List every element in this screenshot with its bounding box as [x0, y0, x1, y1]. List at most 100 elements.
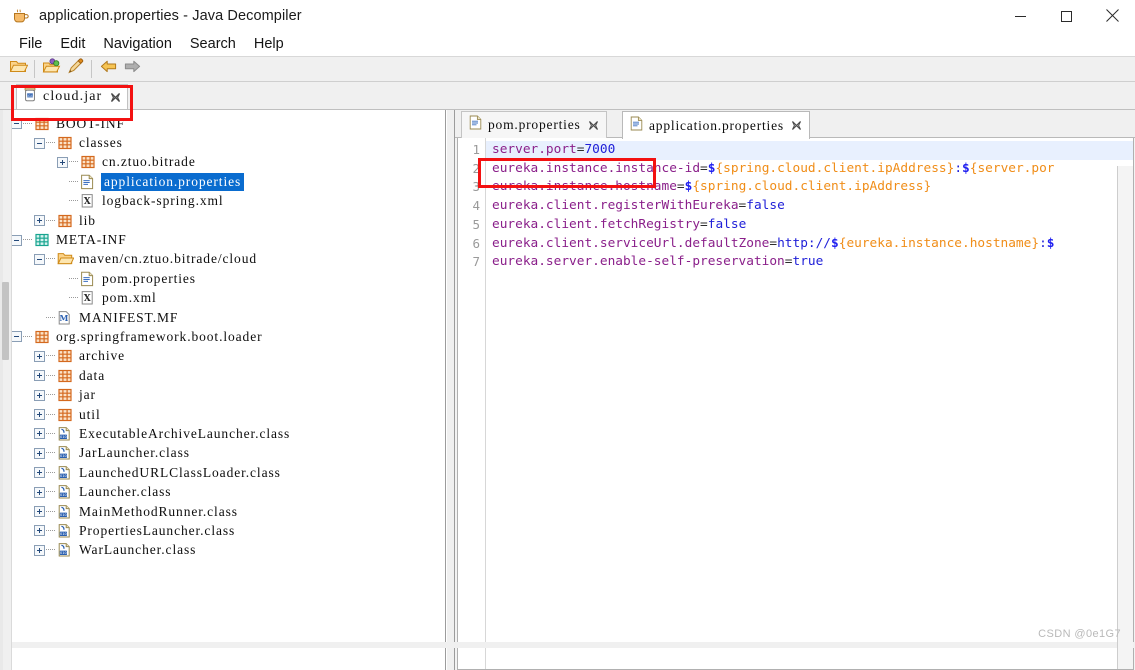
editor-tab-application-properties[interactable]: application.properties: [622, 111, 810, 139]
code-line-2[interactable]: eureka.instance.instance-id=${spring.clo…: [492, 160, 1133, 179]
tree-item-application-properties[interactable]: application.properties: [11, 172, 445, 191]
tree-item-boot-inf[interactable]: BOOT-INF: [11, 114, 445, 133]
code-content[interactable]: server.port=7000 eureka.instance.instance…: [486, 138, 1133, 669]
menu-item-file[interactable]: File: [10, 34, 51, 54]
tree-item-jar[interactable]: jar: [11, 385, 445, 404]
collapse-icon[interactable]: [11, 118, 22, 130]
maximize-button[interactable]: [1043, 0, 1089, 32]
class-icon: 010: [57, 445, 73, 461]
tree-item-manifest-mf[interactable]: M MANIFEST.MF: [11, 308, 445, 327]
tree-item-data[interactable]: data: [11, 366, 445, 385]
jar-tree: BOOT-INF classes cn.ztuo.bitrade applicatio…: [11, 110, 445, 670]
title-bar: application.properties - Java Decompiler: [0, 0, 1135, 32]
open-recent-folder-icon: [42, 58, 61, 80]
tree-item-classes[interactable]: classes: [11, 133, 445, 152]
tree-item-archive[interactable]: archive: [11, 347, 445, 366]
tree-connector: [46, 529, 55, 532]
open-recent-folder-button[interactable]: [39, 58, 63, 80]
tree-item-mainmethodrunner-class[interactable]: 010 MainMethodRunner.class: [11, 502, 445, 521]
tree-item-executablearchivelauncher-class[interactable]: 010 ExecutableArchiveLauncher.class: [11, 424, 445, 443]
tree-item-pom-xml[interactable]: Xpom.xml: [11, 289, 445, 308]
tree-scroll-thumb[interactable]: [2, 282, 9, 360]
code-editor[interactable]: 1234567 server.port=7000 eureka.instance.…: [457, 138, 1134, 670]
editor-scroll-thumb[interactable]: [1120, 168, 1131, 468]
tree-connector: [46, 355, 55, 357]
minimize-button[interactable]: [997, 0, 1043, 32]
code-line-1[interactable]: server.port=7000: [486, 141, 1133, 160]
tree-item-lib[interactable]: lib: [11, 211, 445, 230]
expand-icon[interactable]: [34, 447, 45, 459]
editor-tab-close-icon-pom[interactable]: [588, 120, 599, 131]
properties-icon: [80, 271, 96, 287]
expand-icon[interactable]: [34, 215, 45, 227]
tree-connector: [69, 277, 78, 280]
editor-tab-close-icon-application[interactable]: [791, 120, 802, 131]
editor-tab-pom-properties[interactable]: pom.properties: [461, 111, 607, 138]
code-line-7[interactable]: eureka.server.enable-self-preservation=t…: [492, 253, 1133, 272]
tree-item-jarlauncher-class[interactable]: 010 JarLauncher.class: [11, 444, 445, 463]
collapse-icon[interactable]: [11, 234, 22, 246]
tree-item-launchedurlclassloader-class[interactable]: 010 LaunchedURLClassLoader.class: [11, 463, 445, 482]
expand-icon[interactable]: [34, 506, 45, 517]
tree-vertical-scrollbar[interactable]: [0, 110, 12, 670]
tree-item-propertieslauncher-class[interactable]: 010 PropertiesLauncher.class: [11, 521, 445, 540]
tree-item-label: ExecutableArchiveLauncher.class: [79, 425, 291, 441]
minimize-icon: [1014, 15, 1026, 17]
collapse-icon[interactable]: [34, 137, 45, 149]
tree-connector: [46, 413, 55, 416]
tree-item-logback-spring-xml[interactable]: Xlogback-spring.xml: [11, 192, 445, 211]
package-icon: [57, 407, 73, 423]
tree-item-org-springframework-boot-loader[interactable]: org.springframework.boot.loader: [11, 327, 445, 346]
jar-tab-close-icon[interactable]: [110, 92, 121, 103]
tree-item-cn-ztuo-bitrade[interactable]: cn.ztuo.bitrade: [11, 153, 445, 172]
open-folder-button[interactable]: [6, 58, 30, 80]
menu-item-search[interactable]: Search: [181, 34, 245, 54]
tree-connector: [46, 258, 55, 260]
class-icon: 010: [57, 484, 73, 500]
tree-connector: [46, 491, 55, 493]
tree-connector: [46, 394, 55, 396]
tree-item-launcher-class[interactable]: 010 Launcher.class: [11, 482, 445, 501]
menu-item-navigation[interactable]: Navigation: [94, 34, 181, 54]
code-line-4[interactable]: eureka.client.registerWithEureka=false: [492, 197, 1133, 216]
split-sash[interactable]: [446, 110, 455, 670]
tree-item-pom-properties[interactable]: pom.properties: [11, 269, 445, 288]
tree-connector: [69, 161, 78, 163]
tree-item-warlauncher-class[interactable]: 010 WarLauncher.class: [11, 541, 445, 560]
back-button[interactable]: [96, 58, 120, 80]
code-line-3[interactable]: eureka.instance.hostname=${spring.cloud.…: [492, 178, 1133, 197]
collapse-icon[interactable]: [34, 253, 45, 265]
menu-item-edit[interactable]: Edit: [51, 34, 94, 54]
properties-icon: [630, 116, 643, 136]
expand-icon[interactable]: [34, 428, 45, 440]
class-icon: 010: [57, 542, 73, 558]
expand-icon[interactable]: [34, 525, 45, 537]
bottom-strip: [0, 642, 1135, 648]
expand-icon[interactable]: [34, 544, 45, 556]
expand-icon[interactable]: [34, 409, 45, 421]
collapse-icon[interactable]: [11, 331, 22, 343]
expand-icon[interactable]: [34, 467, 45, 479]
editor-vertical-scrollbar[interactable]: [1117, 166, 1133, 669]
forward-button[interactable]: [120, 58, 144, 80]
tree-connector: [23, 122, 32, 125]
tree-expander-spacer: [57, 293, 68, 304]
package-icon: [57, 213, 73, 229]
jar-tab-cloud[interactable]: 010 cloud.jar: [16, 84, 129, 109]
wand-button[interactable]: [63, 58, 87, 80]
code-line-6[interactable]: eureka.client.serviceUrl.defaultZone=htt…: [492, 235, 1133, 254]
properties-icon: [80, 174, 96, 190]
expand-icon[interactable]: [57, 156, 68, 168]
class-icon: 010: [57, 523, 73, 539]
line-number: 7: [472, 254, 480, 270]
tree-item-util[interactable]: util: [11, 405, 445, 424]
expand-icon[interactable]: [34, 389, 45, 401]
expand-icon[interactable]: [34, 350, 45, 362]
menu-item-help[interactable]: Help: [245, 34, 293, 54]
expand-icon[interactable]: [34, 486, 45, 498]
close-button[interactable]: [1089, 0, 1135, 32]
expand-icon[interactable]: [34, 370, 45, 382]
code-line-5[interactable]: eureka.client.fetchRegistry=false: [492, 216, 1133, 235]
tree-item-meta-inf[interactable]: META-INF: [11, 230, 445, 249]
tree-item-maven-cn-ztuo-bitrade-cloud[interactable]: maven/cn.ztuo.bitrade/cloud: [11, 250, 445, 269]
